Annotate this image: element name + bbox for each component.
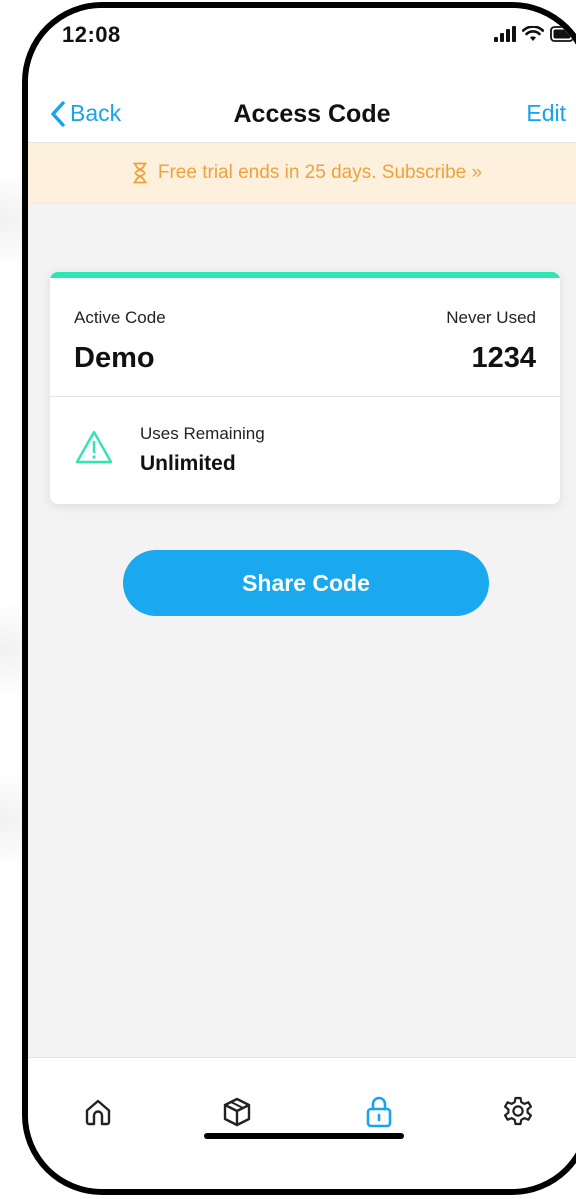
package-box-icon [223, 1097, 251, 1127]
home-indicator[interactable] [204, 1133, 404, 1139]
active-code-value: Demo [74, 342, 155, 374]
uses-remaining-label: Uses Remaining [140, 424, 265, 443]
code-value: 1234 [471, 342, 536, 374]
tab-home[interactable] [74, 1088, 122, 1136]
active-code-label: Active Code [74, 308, 166, 327]
tab-packages[interactable] [213, 1088, 261, 1136]
share-code-button[interactable]: Share Code [123, 550, 489, 616]
tab-settings[interactable] [494, 1088, 542, 1136]
cellular-signal-icon [494, 26, 516, 42]
edit-button[interactable]: Edit [526, 100, 566, 127]
home-icon [85, 1099, 111, 1126]
lock-icon [366, 1096, 392, 1128]
hourglass-icon [132, 162, 147, 184]
trial-banner[interactable]: Free trial ends in 25 days. Subscribe » [28, 143, 576, 204]
access-code-card: Active Code Demo Never Used 1234 Uses Re… [50, 272, 560, 504]
tab-access-code[interactable] [355, 1088, 403, 1136]
page-title: Access Code [233, 100, 391, 128]
card-uses-section: Uses Remaining Unlimited [50, 397, 560, 504]
header-area: 12:08 Back Access Code Edit Free trial e… [28, 8, 576, 204]
tab-bar [28, 1057, 576, 1189]
wifi-icon [522, 26, 544, 41]
uses-remaining-value: Unlimited [140, 452, 236, 475]
card-code-section: Active Code Demo Never Used 1234 [50, 278, 560, 397]
usage-status-label: Never Used [446, 308, 536, 327]
status-time: 12:08 [62, 22, 121, 47]
page: 12:08 Back Access Code Edit Free trial e… [0, 0, 576, 1199]
battery-icon [550, 26, 574, 42]
navigation-bar: Back Access Code Edit [28, 88, 576, 143]
status-icons [494, 26, 576, 42]
gear-icon [504, 1096, 532, 1126]
status-bar: 12:08 [28, 8, 576, 88]
phone-frame: 12:08 Back Access Code Edit Free trial e… [22, 2, 576, 1195]
trial-banner-text: Free trial ends in 25 days. Subscribe » [157, 162, 483, 183]
warning-triangle-icon [75, 430, 113, 464]
